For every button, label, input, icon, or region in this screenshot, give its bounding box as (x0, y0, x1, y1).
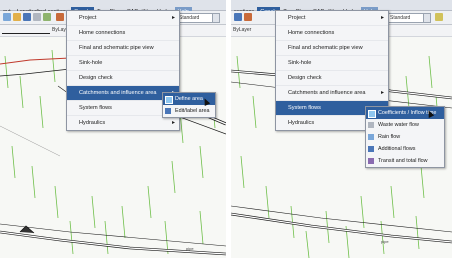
submenu-item-label: Rain flow (378, 134, 401, 140)
chevron-right-icon: ▸ (171, 120, 175, 126)
chevron-right-icon: ▸ (171, 15, 175, 21)
bylayer-label[interactable]: ByLayer (233, 26, 251, 34)
right-screenshot-panel: pipe sectionsCanalsTerraPlanCADutilityHy… (231, 0, 452, 258)
transit-flow-icon (368, 158, 374, 164)
menu-item-home-connections[interactable]: Home connections (67, 26, 179, 41)
tool-icon[interactable] (234, 13, 242, 21)
menu-item-final-schematic-pipe-view[interactable]: Final and schematic pipe view (67, 41, 179, 56)
menu-item-label: System flows (79, 105, 112, 111)
style-dropdown[interactable]: Standard (387, 13, 431, 23)
menu-item-label: Design check (79, 75, 113, 81)
style-dropdown-value: Standard (179, 15, 200, 21)
submenu-item-label: Define area (175, 96, 203, 102)
save-icon[interactable] (23, 13, 31, 21)
menu-item-sink-hole[interactable]: Sink-hole (276, 56, 388, 71)
menu-item-label: Project (288, 15, 306, 21)
additional-flows-icon (368, 146, 374, 152)
submenu-item-rain-flow[interactable]: Rain flow (366, 131, 444, 143)
menu-item-sink-hole[interactable]: Sink-hole (67, 56, 179, 71)
menu-item-project[interactable]: Project ▸ (67, 11, 179, 26)
menu-item-label: Hydraulics (288, 120, 315, 126)
pipe-label-left: pipe (186, 246, 194, 251)
style-dropdown[interactable]: Standard (176, 13, 220, 23)
edit-label-area-icon (165, 108, 171, 114)
menu-item-design-check[interactable]: Design check (67, 71, 179, 86)
menu-item-label: Design check (288, 75, 322, 81)
new-icon[interactable] (3, 13, 11, 21)
submenu-item-additional-flows[interactable]: Additional flows (366, 143, 444, 155)
chevron-right-icon: ▸ (380, 90, 384, 96)
submenu-item-label: Transit and total flow (378, 158, 428, 164)
menu-item-label: Catchments and influence area (79, 90, 157, 96)
tool-icon[interactable] (43, 13, 51, 21)
menu-item-final-schematic-pipe-view[interactable]: Final and schematic pipe view (276, 41, 388, 56)
print-icon[interactable] (33, 13, 41, 21)
menu-item-label: Sink-hole (79, 60, 103, 66)
catchments-submenu: Define area Edit/label area (162, 92, 216, 118)
menu-item-label: Hydraulics (79, 120, 106, 126)
submenu-item-waste-water-flow[interactable]: Waste water flow (366, 119, 444, 131)
submenu-item-label: Edit/label area (175, 108, 210, 114)
menu-item-label: Catchments and influence area (288, 90, 366, 96)
menu-item-label: Home connections (79, 30, 126, 36)
pipe-label-right: pipe (381, 239, 389, 244)
menu-item-design-check[interactable]: Design check (276, 71, 388, 86)
menu-item-project[interactable]: Project ▸ (276, 11, 388, 26)
coefficients-icon (368, 110, 376, 118)
submenu-item-label: Additional flows (378, 146, 416, 152)
menu-item-label: Home connections (288, 30, 335, 36)
menu-item-home-connections[interactable]: Home connections (276, 26, 388, 41)
layer-color-icon[interactable] (244, 13, 252, 21)
menu-item-catchments[interactable]: Catchments and influence area ▸ (276, 86, 388, 101)
style-dropdown-value: Standard (390, 15, 411, 21)
menu-item-hydraulics[interactable]: Hydraulics ▸ (67, 116, 179, 130)
menu-item-label: Final and schematic pipe view (288, 45, 363, 51)
submenu-item-edit-label-area[interactable]: Edit/label area (163, 105, 215, 117)
submenu-item-transit-total-flow[interactable]: Transit and total flow (366, 155, 444, 167)
open-icon[interactable] (13, 13, 21, 21)
properties-icon[interactable] (435, 13, 443, 21)
menu-item-label: Project (79, 15, 97, 21)
menu-item-label: Sink-hole (288, 60, 312, 66)
submenu-item-label: Waste water flow (378, 122, 419, 128)
rain-flow-icon (368, 134, 374, 140)
left-screenshot-panel: pipe outLongitudinal sectionsCanalsTerra… (0, 0, 226, 258)
waste-water-icon (368, 122, 374, 128)
menu-item-label: Final and schematic pipe view (79, 45, 154, 51)
define-area-icon (165, 96, 173, 104)
menu-item-label: System flows (288, 105, 321, 111)
linetype-preview (2, 27, 50, 34)
layer-color-icon[interactable] (56, 13, 64, 21)
chevron-right-icon: ▸ (380, 15, 384, 21)
